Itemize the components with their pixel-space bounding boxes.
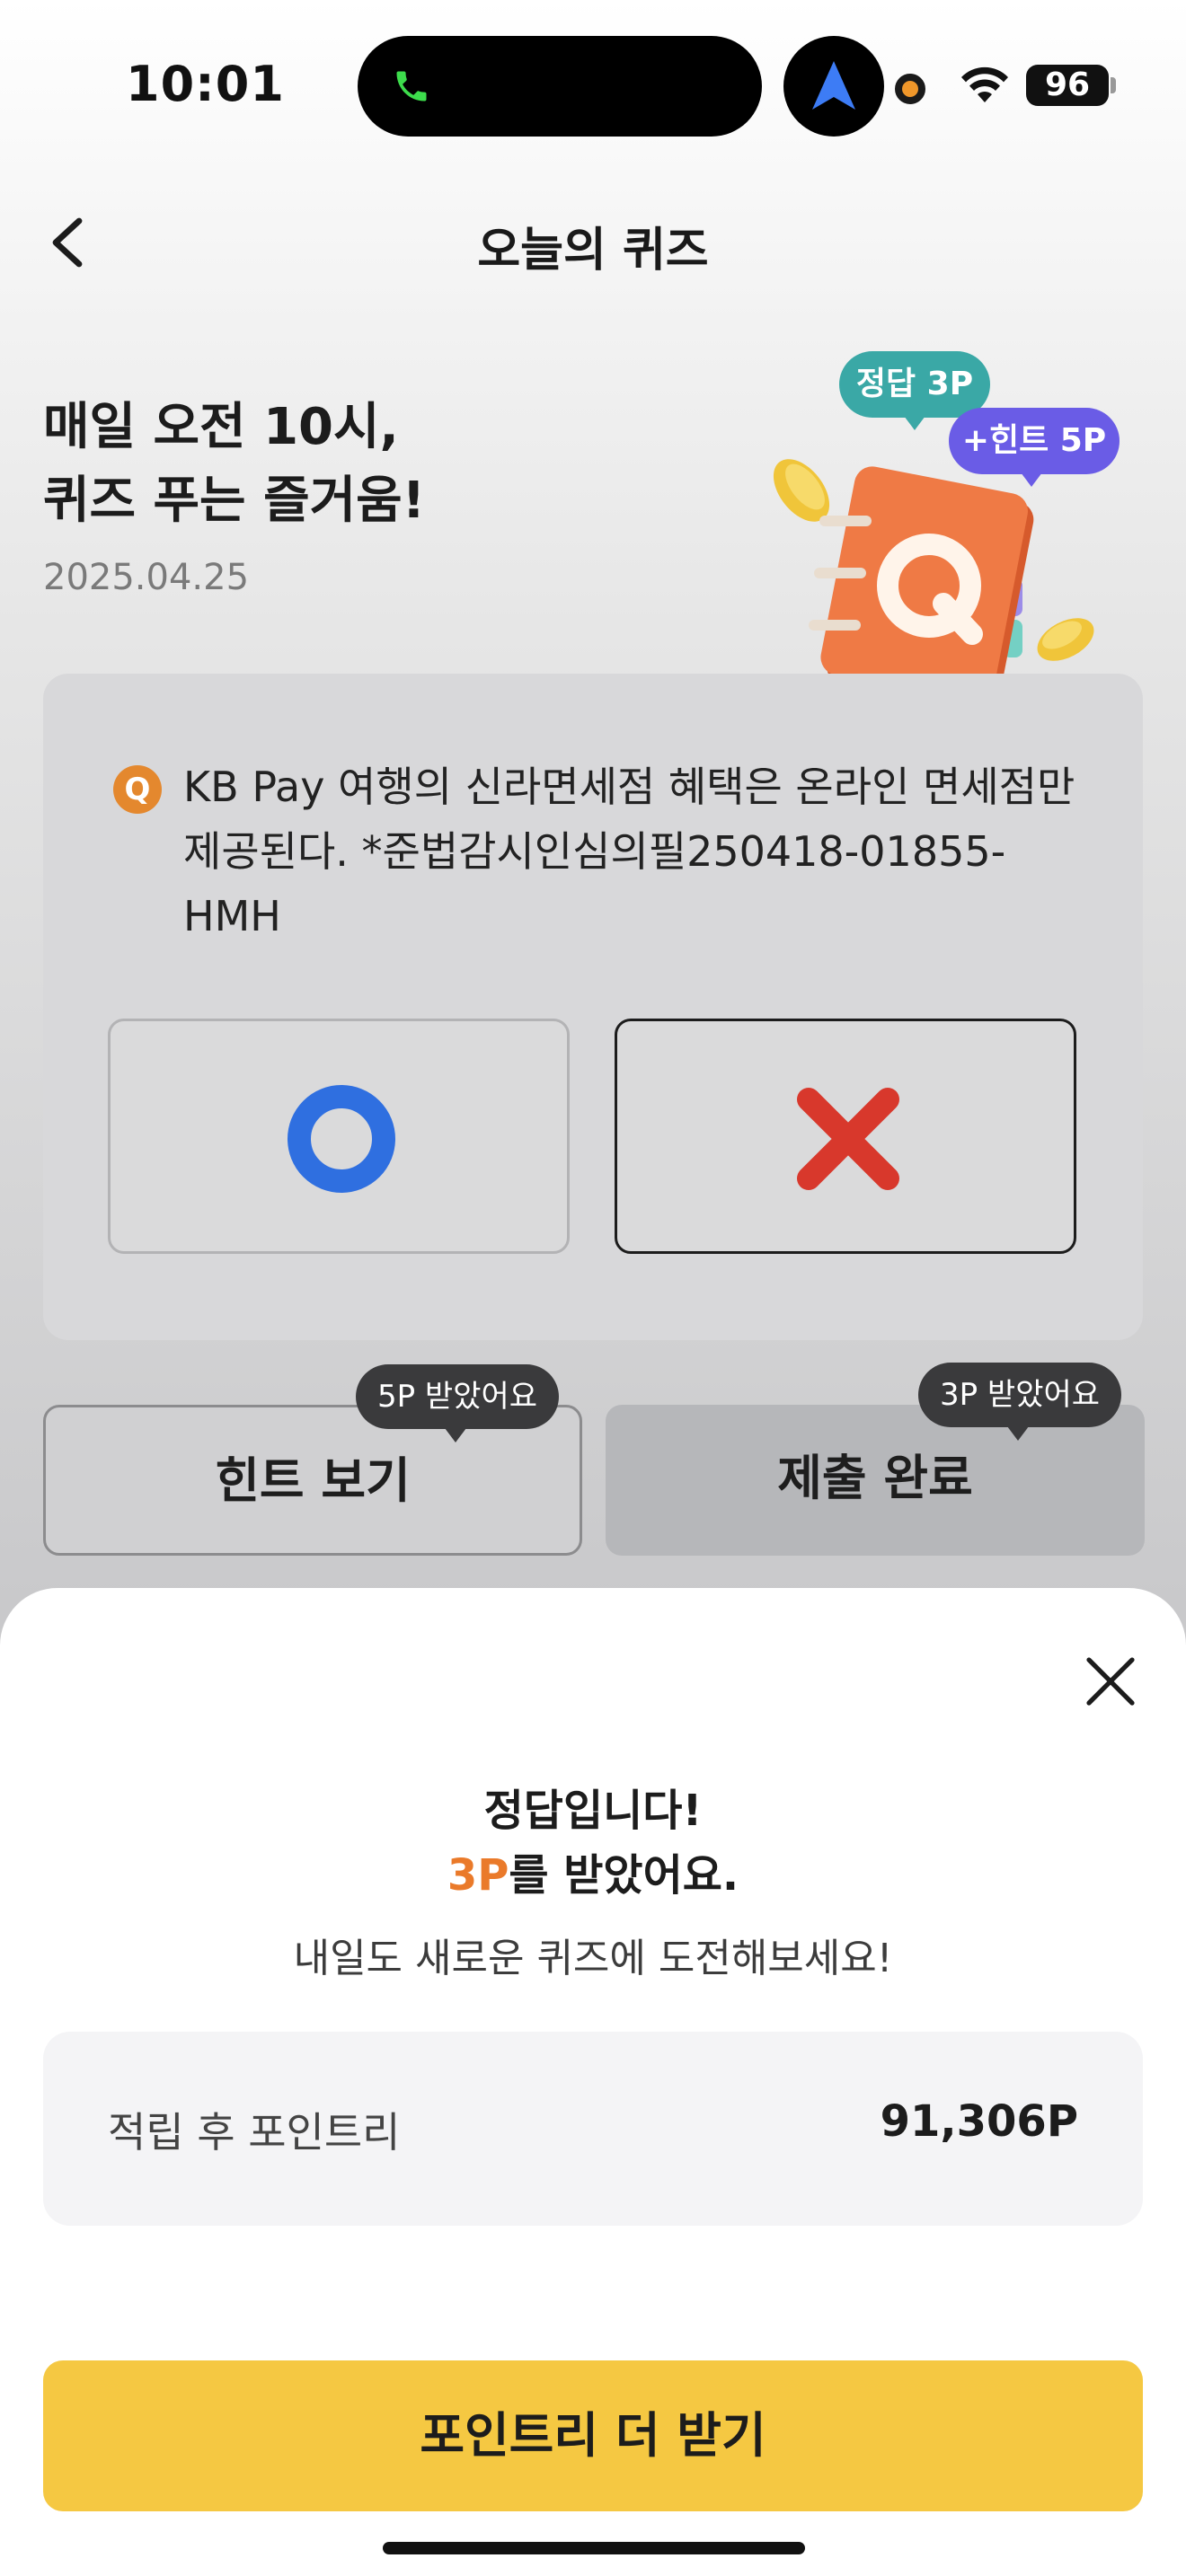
submit-earned-bubble: 3P 받았어요: [918, 1363, 1121, 1427]
result-message: 내일도 새로운 퀴즈에 도전해보세요!: [293, 1936, 893, 1981]
hint-earned-bubble: 5P 받았어요: [356, 1364, 559, 1429]
submit-button[interactable]: 제출 완료: [606, 1405, 1145, 1556]
status-time: 10:01: [126, 56, 285, 112]
hero-headline-line-1: 매일 오전 10시,: [43, 398, 399, 456]
hint-bubble-pointer: [445, 1428, 466, 1442]
submit-bubble-pointer: [1007, 1426, 1029, 1441]
battery-tip: [1111, 77, 1116, 93]
circle-o-icon: [288, 1085, 395, 1193]
points-label: 적립 후 포인트리: [108, 2108, 401, 2157]
answer-x-button[interactable]: [615, 1019, 1076, 1254]
activity-dot-icon: [895, 74, 925, 104]
quiz-date: 2025.04.25: [43, 557, 250, 598]
battery-indicator: 96: [1026, 65, 1109, 106]
points-value: 91,306P: [880, 2096, 1078, 2147]
earned-suffix: 를 받았어요.: [509, 1850, 739, 1901]
result-title: 정답입니다!: [483, 1786, 703, 1836]
tag-hint-pointer: [1021, 472, 1042, 487]
get-more-points-button[interactable]: 포인트리 더 받기: [43, 2360, 1143, 2511]
wifi-icon: [961, 66, 1008, 102]
question-badge-icon: Q: [113, 765, 162, 814]
hero-headline-line-2: 퀴즈 푸는 즐거움!: [43, 472, 426, 530]
cross-x-icon: [797, 1088, 899, 1190]
location-arrow-icon: [812, 61, 855, 110]
quiz-question: KB Pay 여행의 신라면세점 혜택은 온라인 면세점만 제공된다. *준법감…: [183, 763, 1075, 940]
phone-call-icon: [396, 71, 427, 101]
close-icon[interactable]: [1082, 1653, 1139, 1710]
page-title: 오늘의 퀴즈: [477, 224, 709, 278]
answer-o-button[interactable]: [108, 1019, 570, 1254]
home-indicator: [383, 2542, 805, 2554]
tag-hint-points: +힌트 5P: [949, 408, 1120, 474]
result-subtitle: 3P를 받았어요.: [0, 1839, 1186, 1902]
tag-answer-pointer: [904, 416, 925, 430]
tag-answer-points: 정답 3P: [839, 351, 990, 418]
earned-points: 3P: [447, 1850, 509, 1901]
